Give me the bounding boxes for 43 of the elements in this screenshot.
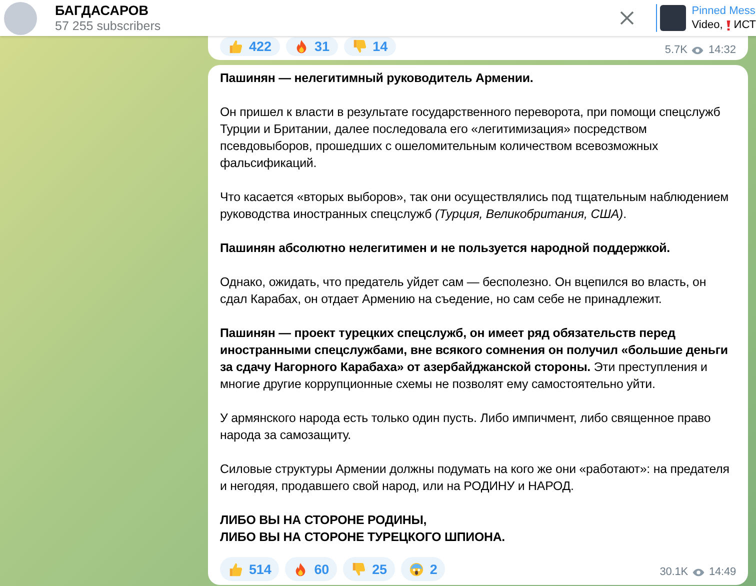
reaction-count: 31 — [314, 39, 330, 54]
reaction-chip[interactable]: 25 — [343, 557, 395, 581]
message-paragraph: Пашинян абсолютно нелегитимен и не пользуется народной поддержкой. — [220, 240, 672, 257]
message-paragraph: Однако, ожидать, что предатель уйдет сам — бесполезно. Он вцепился во власть, он сдал Карабах, он отдает Армению на съедение, но сам себе не принадлежит. — [220, 274, 708, 308]
pinned-preview: Video, — [692, 18, 723, 32]
reaction-chip[interactable]: 514 — [220, 557, 280, 581]
message-paragraph: У армянского народа есть только один пусть. Либо импичмент, либо священное право народа за самозащиту. — [220, 410, 712, 444]
eye-icon — [691, 46, 704, 54]
message-paragraph: Пашинян — проект турецких спецслужб, он имеет ряд обязательств перед иностранными спецслужбами, вне всякого сомнения он получил «большие деньги за сдачу Нагорного Карабаха» от азербайджанской стороны. Эти преступления и многие другие коррупционные схемы не позволят ему самостоятельно уйти. — [220, 325, 729, 393]
reaction-chip[interactable]: 31 — [286, 37, 338, 56]
reaction-chip[interactable]: 14 — [344, 37, 396, 56]
message-paragraph: Он пришел к власти в результате государственного переворота, при помощи спецслужб Турции и Британии, далее последовала его «легитимизация» посредством псевдовыборов, прошедших с ошеломительным количеством всевозможных фальсификаций. — [220, 104, 722, 172]
reaction-chip[interactable]: 2 — [400, 557, 446, 581]
view-count: 5.7K — [664, 44, 688, 56]
thumbs-down-icon — [351, 562, 366, 576]
message-paragraph: Силовые структуры Армении должны подумать на кого же они «работают»: на предателя и негодяя, продавшего свой народ, или на РОДИНУ и НАРОД. — [220, 461, 730, 495]
exclamation-icon — [726, 20, 731, 30]
video-thumbnail — [660, 5, 686, 31]
eye-icon — [692, 568, 705, 577]
thumbs-up-icon — [228, 39, 243, 54]
message-time: 14:32 — [708, 44, 736, 56]
reaction-count: 2 — [430, 560, 438, 578]
message-paragraph: Что касается «вторых выборов», так они осуществлялись под тщательным наблюдением руководства иностранных спецслужб (Турция, Великобритания, США). — [220, 189, 730, 223]
channel-name[interactable]: БАГДАСАРОВ — [55, 3, 161, 18]
message-paragraph: ЛИБО ВЫ НА СТОРОНЕ РОДИНЫ, ЛИБО ВЫ НА СТОРОНЕ ТУРЕЦКОГО ШПИОНА. — [220, 512, 506, 546]
message-paragraph: Пашинян — нелегитимный руководитель Армении. — [220, 70, 534, 87]
reaction-count: 14 — [372, 39, 388, 54]
reaction-count: 422 — [249, 39, 272, 54]
pinned-title[interactable]: Pinned Mess — [692, 4, 756, 18]
close-icon[interactable] — [620, 11, 634, 25]
thumbs-down-icon — [352, 39, 367, 54]
pinned-indicator — [656, 4, 657, 32]
reaction-count: 60 — [314, 560, 330, 578]
reaction-chip[interactable]: 60 — [285, 557, 338, 581]
subscriber-count: 57 255 subscribers — [55, 19, 161, 33]
view-count: 30.1K — [660, 565, 688, 580]
reaction-count: 25 — [372, 560, 387, 578]
reaction-count: 514 — [249, 560, 272, 578]
thumbs-up-icon — [228, 562, 243, 576]
reaction-chip[interactable]: 422 — [220, 37, 280, 56]
screaming-face-icon — [408, 562, 424, 576]
pinned-preview-text: ИСТ — [734, 18, 756, 32]
message-time: 14:49 — [708, 565, 736, 580]
